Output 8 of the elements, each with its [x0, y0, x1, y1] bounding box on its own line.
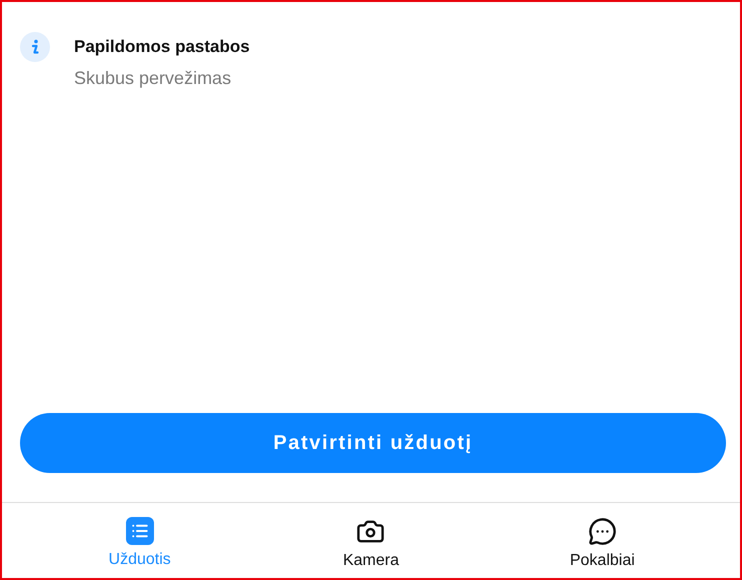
- chat-icon: [588, 517, 617, 546]
- nav-tab[interactable]: Pokalbiai: [486, 503, 718, 578]
- note-text: Skubus pervežimas: [74, 68, 232, 89]
- note-title: Papildomos pastabos: [74, 37, 250, 57]
- info-icon: [20, 32, 50, 62]
- nav-tab[interactable]: Kamera: [255, 503, 487, 578]
- list-icon: [126, 517, 154, 545]
- confirm-button[interactable]: Patvirtinti užduotį: [20, 413, 726, 473]
